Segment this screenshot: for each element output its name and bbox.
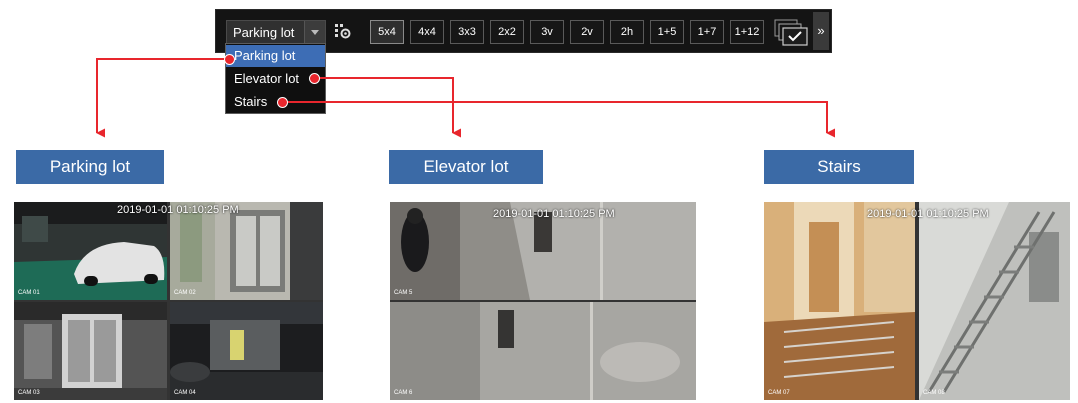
- garage-scene-image: [170, 302, 323, 400]
- camera-label: CAM 08: [923, 390, 945, 396]
- camera-label: CAM 04: [174, 390, 196, 396]
- arrow-parking-lot: [96, 58, 229, 138]
- callout-dot-stairs: [277, 97, 288, 108]
- stairwell-warm-image: [764, 202, 915, 400]
- camera-tile-cam02[interactable]: CAM 02: [170, 202, 323, 300]
- entrance-scene-image: [170, 202, 323, 300]
- camera-tile-cam03[interactable]: CAM 03: [14, 302, 167, 400]
- osd-timestamp: 2019-01-01 01:10:25 PM: [493, 208, 615, 220]
- camera-panel-stairs: CAM 07 CAM 08 2019-01-01 01:10:25 PM: [764, 202, 1070, 400]
- lobby-scene-image: [14, 302, 167, 400]
- parking-scene-image: [14, 202, 167, 300]
- camera-tile-cam04[interactable]: CAM 04: [170, 302, 323, 400]
- camera-label: CAM 5: [394, 290, 413, 296]
- camera-label: CAM 01: [18, 290, 40, 296]
- arrow-stairs: [282, 101, 836, 138]
- camera-tile-cam01[interactable]: CAM 01: [14, 202, 167, 300]
- osd-timestamp: 2019-01-01 01:10:25 PM: [117, 204, 239, 216]
- camera-panel-elevator-lot: CAM 5 CAM 6 2019-01-01 01:10:25 PM: [390, 202, 696, 400]
- section-title-elevator-lot: Elevator lot: [389, 150, 543, 184]
- camera-label: CAM 07: [768, 390, 790, 396]
- stairwell-grey-image: [919, 202, 1070, 400]
- camera-tile-cam6[interactable]: CAM 6: [390, 302, 696, 400]
- arrow-elevator-lot: [314, 77, 462, 138]
- camera-tile-cam07[interactable]: CAM 07: [764, 202, 915, 400]
- camera-panel-parking-lot: CAM 01 CAM 02 CAM 03 CAM 04 2019-01-01 0…: [14, 202, 323, 400]
- camera-tile-cam08[interactable]: CAM 08: [919, 202, 1070, 400]
- camera-label: CAM 02: [174, 290, 196, 296]
- elevator-interior-image: [390, 302, 696, 400]
- callout-dot-elevator-lot: [309, 73, 320, 84]
- section-title-stairs: Stairs: [764, 150, 914, 184]
- camera-label: CAM 6: [394, 390, 413, 396]
- section-title-parking-lot: Parking lot: [16, 150, 164, 184]
- osd-timestamp: 2019-01-01 01:10:25 PM: [867, 208, 989, 220]
- camera-label: CAM 03: [18, 390, 40, 396]
- callout-dot-parking-lot: [224, 54, 235, 65]
